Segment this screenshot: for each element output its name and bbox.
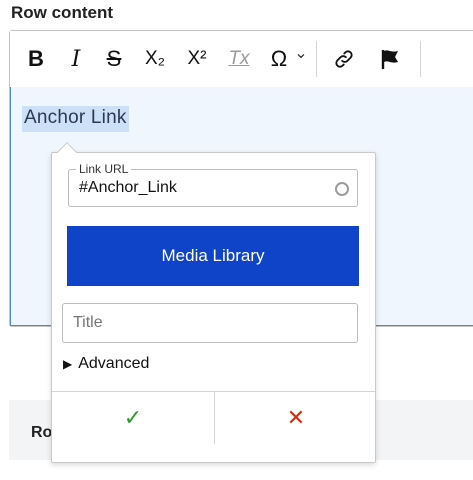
checkmark-icon: ✓ — [123, 405, 143, 430]
save-button[interactable]: ✓ — [52, 392, 214, 444]
status-circle-icon — [335, 182, 349, 196]
editor-toolbar: B I S X₂ X² Tx Ω ⌄ — [10, 31, 473, 88]
italic-button[interactable]: I — [62, 45, 90, 73]
field-label: Row content — [11, 3, 113, 22]
flag-icon[interactable] — [375, 45, 405, 73]
page: Row content B I S X₂ X² Tx Ω ⌄ Anchor Li… — [0, 0, 473, 480]
advanced-toggle[interactable]: ▶ Advanced — [63, 355, 149, 373]
chevron-down-icon[interactable]: ⌄ — [292, 39, 310, 67]
cancel-button[interactable]: ✕ — [214, 392, 377, 444]
link-url-input[interactable]: #Anchor_Link — [79, 179, 177, 197]
toolbar-separator — [316, 41, 317, 77]
link-icon[interactable] — [329, 45, 359, 73]
triangle-right-icon: ▶ — [63, 357, 73, 371]
strikethrough-button[interactable]: S — [100, 45, 128, 73]
remove-format-button[interactable]: Tx — [224, 45, 254, 73]
advanced-label: Advanced — [78, 355, 150, 372]
media-library-button[interactable]: Media Library — [67, 226, 359, 286]
bold-button[interactable]: B — [22, 45, 50, 73]
toolbar-separator — [420, 41, 421, 77]
special-characters-button[interactable]: Ω — [266, 45, 292, 73]
close-icon: ✕ — [286, 405, 306, 430]
popup-actions: ✓ ✕ — [52, 391, 375, 464]
link-url-label: Link URL — [76, 162, 132, 176]
row-bar-title: Ro — [31, 424, 53, 441]
title-input[interactable] — [62, 303, 358, 343]
subscript-button[interactable]: X₂ — [140, 45, 170, 73]
superscript-button[interactable]: X² — [182, 45, 212, 73]
link-popup: Link URL #Anchor_Link Media Library ▶ Ad… — [51, 152, 376, 463]
link-url-field[interactable]: Link URL #Anchor_Link — [68, 162, 358, 207]
selected-text[interactable]: Anchor Link — [22, 106, 129, 132]
